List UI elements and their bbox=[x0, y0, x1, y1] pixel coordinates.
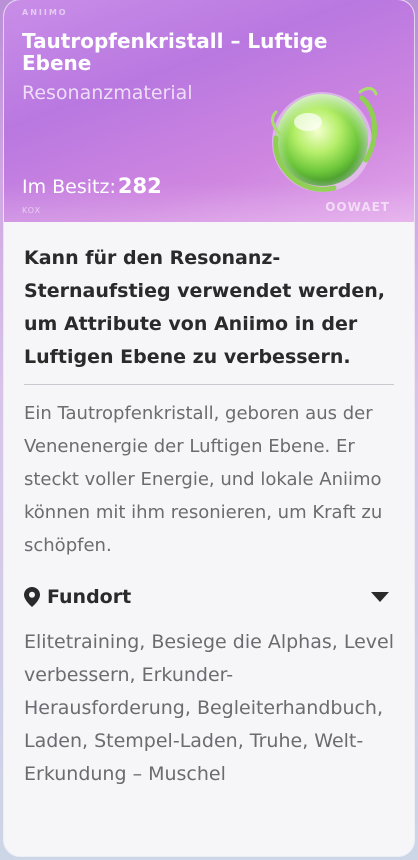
owned-count-row: Im Besitz:282 bbox=[22, 174, 162, 198]
fundort-title: Fundort bbox=[24, 586, 131, 608]
owned-count: 282 bbox=[117, 174, 162, 198]
section-divider bbox=[24, 384, 394, 385]
fundort-sources: Elitetraining, Besiege die Alphas, Level… bbox=[24, 631, 394, 785]
item-title: Tautropfenkristall – Luftige Ebene bbox=[22, 29, 328, 75]
item-header: ANIIMO Tautropfenkristall – Luftige Eben… bbox=[4, 0, 414, 222]
item-body: Kann für den Resonanz-Sternaufstieg verw… bbox=[4, 222, 414, 856]
fundort-label: Fundort bbox=[47, 586, 132, 608]
item-detail-card: ANIIMO Tautropfenkristall – Luftige Eben… bbox=[4, 0, 414, 856]
brand-watermark-right: OOWAET bbox=[325, 200, 390, 214]
owned-label: Im Besitz: bbox=[22, 176, 116, 198]
dewdrop-crystal-icon bbox=[271, 86, 378, 192]
item-category: Resonanzmaterial bbox=[22, 82, 193, 104]
location-pin-icon bbox=[24, 587, 40, 607]
item-description: Ein Tautropfenkristall, geboren aus der … bbox=[24, 403, 383, 556]
fundort-header[interactable]: Fundort bbox=[24, 584, 394, 610]
brand-watermark-top: ANIIMO bbox=[22, 8, 68, 17]
brand-watermark-left: KOX bbox=[22, 206, 42, 215]
triangle-down-icon[interactable] bbox=[370, 590, 390, 604]
item-usage-text: Kann für den Resonanz-Sternaufstieg verw… bbox=[24, 247, 385, 368]
